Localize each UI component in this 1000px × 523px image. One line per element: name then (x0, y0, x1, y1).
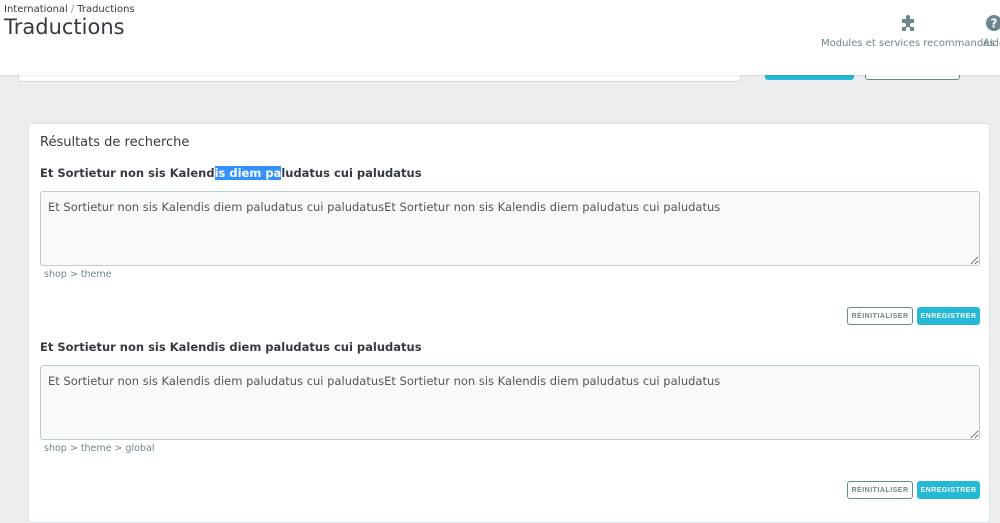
scrollbar[interactable] (990, 75, 1000, 513)
translation-domain-path: shop > theme > global (44, 443, 155, 454)
help-label: Aide (983, 38, 1000, 49)
breadcrumb-international[interactable]: International (4, 4, 68, 15)
page-header: International / Traductions Traductions Mo… (0, 0, 1000, 75)
save-button[interactable]: ENREGISTRER (917, 481, 980, 499)
translation-title: Et Sortietur non sis Kalendis diem palud… (40, 340, 422, 354)
translation-title: Et Sortietur non sis Kalendis diem palud… (40, 166, 422, 180)
save-button[interactable]: ENREGISTRER (917, 307, 980, 325)
search-results-card: Résultats de recherche Et Sortietur non … (28, 123, 990, 523)
puzzle-icon (901, 15, 914, 31)
title-text: Et Sortietur non sis Kalend (40, 166, 215, 180)
reset-button[interactable]: RÉINITIALISER (847, 307, 913, 325)
selected-text: is diem pa (214, 166, 282, 180)
help-icon: ? (986, 15, 1000, 31)
title-text: ludatus cui paludatus (281, 166, 422, 180)
translation-domain-path: shop > theme (44, 269, 112, 280)
help-button[interactable]: ? Aide (983, 14, 1000, 49)
breadcrumb-traductions[interactable]: Traductions (77, 4, 134, 15)
reset-button[interactable]: RÉINITIALISER (847, 481, 913, 499)
breadcrumb-separator: / (70, 4, 75, 15)
page-title: Traductions (4, 15, 125, 39)
recommended-modules-label: Modules et services recommandés (821, 38, 995, 49)
translation-textarea[interactable]: Et Sortietur non sis Kalendis diem palud… (40, 365, 980, 440)
svg-text:?: ? (991, 17, 998, 31)
results-title: Résultats de recherche (40, 135, 190, 150)
recommended-modules-button[interactable]: Modules et services recommandés (821, 14, 995, 49)
breadcrumb: International / Traductions (4, 4, 135, 15)
translation-textarea[interactable]: Et Sortietur non sis Kalendis diem palud… (40, 191, 980, 266)
